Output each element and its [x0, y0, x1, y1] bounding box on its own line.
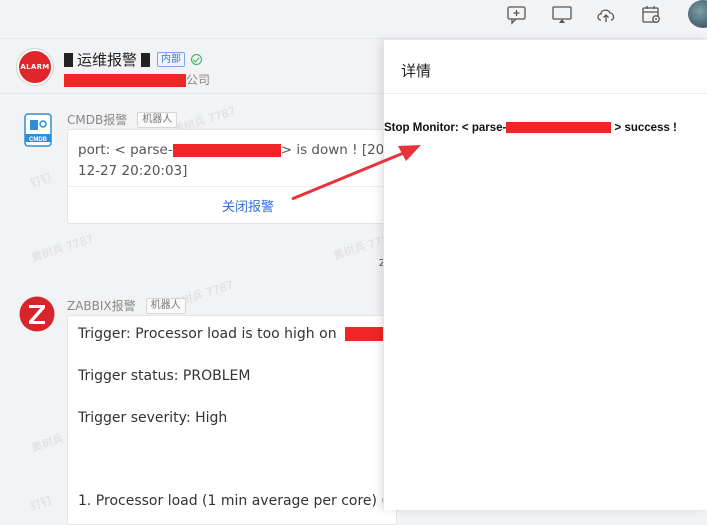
screen-share-icon[interactable] [550, 4, 574, 26]
watermark: 钉钉 [28, 493, 54, 514]
detail-body: Stop Monitor: < parse- > success ! [384, 122, 677, 134]
chat-header: ALARM 运维报警 内部 公司 [0, 40, 383, 94]
top-toolbar [0, 0, 707, 39]
message-sender: CMDB报警 机器人 [67, 111, 178, 128]
internal-badge: 内部 [157, 52, 186, 67]
watermark: 钉钉 [28, 170, 54, 191]
redacted-text [172, 143, 281, 157]
watermark: 黄树兵 7787 [29, 232, 96, 265]
user-avatar[interactable] [688, 0, 707, 28]
detail-title: 详情 [401, 62, 432, 80]
redacted-block [64, 52, 73, 67]
group-subtitle: 公司 [64, 71, 210, 88]
alert-text: port: < parse- > is down ! [201 12-27 20:… [78, 142, 393, 179]
detail-panel: 详情 Stop Monitor: < parse- > success ! [383, 40, 707, 510]
robot-tag: 机器人 [137, 111, 178, 128]
group-name: 运维报警 [77, 51, 138, 69]
redacted-text [64, 74, 186, 87]
cloud-upload-icon[interactable] [594, 4, 618, 26]
alarm-logo: ALARM [17, 49, 53, 85]
cmdb-avatar-label: CMDB [29, 137, 48, 143]
card-divider [68, 186, 396, 187]
chat-plus-icon[interactable] [505, 4, 529, 26]
sender-name: CMDB报警 [67, 113, 128, 127]
redacted-text [506, 122, 612, 134]
trigger-severity-line: Trigger severity: High [78, 410, 228, 426]
alert-card-cmdb: port: < parse- > is down ! [201 12-27 20:… [67, 129, 397, 224]
trigger-line: Trigger: Processor load is too high on [78, 326, 396, 342]
close-alert-button[interactable]: 关闭报警 [68, 196, 396, 215]
processor-load-line: 1. Processor load (1 min average per cor… [78, 493, 397, 509]
redacted-block [141, 52, 151, 67]
robot-tag: 机器人 [145, 297, 186, 314]
cmdb-avatar[interactable]: CMDB [20, 112, 56, 148]
detail-divider [384, 93, 707, 94]
message-sender: ZABBIX报警 机器人 [67, 297, 186, 314]
alert-card-zabbix: Trigger: Processor load is too high on T… [67, 315, 397, 525]
zabbix-avatar[interactable] [19, 296, 55, 332]
calendar-settings-icon[interactable] [640, 4, 664, 26]
sender-name: ZABBIX报警 [67, 299, 136, 313]
verified-check-icon [191, 54, 203, 65]
group-title[interactable]: 运维报警 内部 [64, 49, 203, 70]
trigger-status-line: Trigger status: PROBLEM [78, 368, 251, 384]
